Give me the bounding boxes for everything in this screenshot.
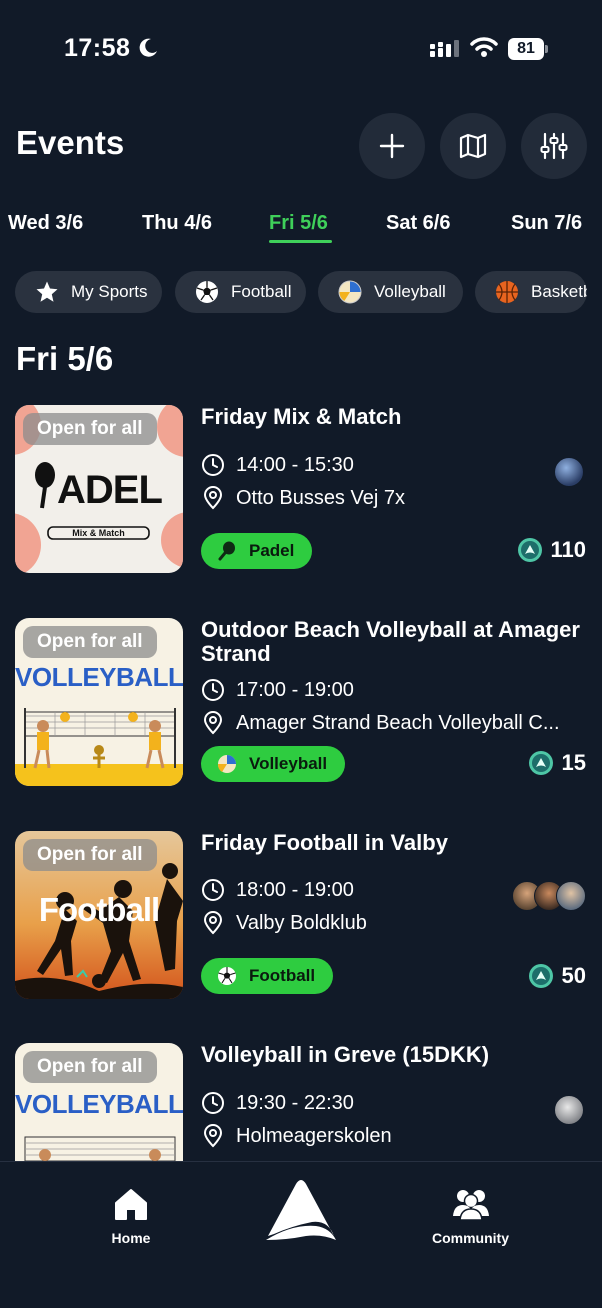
moon-icon [139, 38, 157, 57]
event-card[interactable]: ADEL Mix & Match Open for all Friday Mix… [0, 405, 602, 575]
event-points: 50 [528, 963, 586, 989]
event-location: Amager Strand Beach Volleyball C... [201, 711, 581, 735]
event-points: 110 [517, 537, 586, 563]
thumbnail-title: ADEL [57, 468, 163, 512]
nav-community-label: Community [432, 1230, 509, 1246]
section-date-title: Fri 5/6 [16, 340, 114, 377]
app-logo-icon[interactable] [262, 1176, 340, 1246]
event-thumbnail: Football Open for all [15, 831, 183, 999]
clock-icon [202, 679, 224, 701]
date-tab-sat[interactable]: Sat 6/6 [386, 212, 450, 235]
filter-settings-button[interactable] [521, 113, 587, 179]
filter-chip-label: My Sports [71, 282, 148, 301]
filter-chip-football[interactable]: Football [175, 271, 306, 313]
points-coin-icon [528, 751, 553, 775]
clock-icon [202, 879, 224, 901]
add-event-button[interactable] [359, 113, 425, 179]
thumbnail-title: VOLLEYBALL [15, 662, 183, 692]
participant-avatar [556, 881, 586, 911]
filter-chip-my-sports[interactable]: My Sports [15, 271, 162, 313]
open-for-all-badge: Open for all [23, 413, 157, 445]
location-pin-icon [203, 1124, 223, 1148]
bottom-navigation: Home Community [0, 1161, 602, 1308]
event-location: Holmeagerskolen [201, 1124, 581, 1148]
event-card[interactable]: Football Open for all Friday Football in… [0, 831, 602, 1001]
event-time: 17:00 - 19:00 [201, 678, 581, 702]
event-thumbnail: VOLLEYBALL Open for all [15, 618, 183, 786]
filter-chip-label: Football [231, 282, 292, 301]
sliders-icon [540, 132, 568, 160]
nav-home-label: Home [111, 1230, 151, 1246]
location-pin-icon [203, 911, 223, 935]
battery-indicator: 81 [508, 38, 548, 60]
filter-chip-basketball[interactable]: Basketball [475, 271, 587, 313]
volleyball-icon [217, 755, 236, 773]
location-pin-icon [203, 711, 223, 735]
open-for-all-badge: Open for all [23, 839, 157, 871]
event-title: Friday Mix & Match [201, 404, 402, 429]
date-tab-sun[interactable]: Sun 7/6 [511, 212, 582, 235]
wifi-icon [470, 37, 498, 57]
event-title: Volleyball in Greve (15DKK) [201, 1042, 490, 1067]
date-tabs: Wed 3/6 Thu 4/6 Fri 5/6 Sat 6/6 Sun 7/6 [0, 208, 602, 248]
map-icon [459, 133, 487, 159]
event-time: 19:30 - 22:30 [201, 1091, 581, 1115]
community-icon [452, 1190, 489, 1221]
cellular-signal-icon [430, 40, 459, 57]
filter-chip-label: Volleyball [374, 282, 446, 301]
thumbnail-title: Football [38, 891, 160, 928]
points-coin-icon [517, 538, 542, 562]
event-title: Outdoor Beach Volleyball at Amager Stran… [201, 617, 580, 666]
page-title: Events [16, 124, 125, 161]
event-card[interactable]: VOLLEYBALL Open for all Outdoor Beach Vo… [0, 618, 602, 788]
status-bar: 17:58 81 [0, 0, 602, 96]
football-icon [218, 967, 236, 985]
open-for-all-badge: Open for all [23, 626, 157, 658]
event-points: 15 [528, 750, 586, 776]
active-tab-indicator [269, 240, 332, 243]
event-time: 14:00 - 15:30 [201, 453, 581, 477]
nav-home[interactable]: Home [111, 1184, 151, 1246]
thumbnail-subtitle: Mix & Match [72, 528, 125, 538]
sport-tag-padel: Padel [201, 533, 313, 569]
volleyball-icon [338, 280, 362, 304]
filter-chip-label: Basketball [531, 282, 587, 301]
status-time: 17:58 [64, 34, 131, 62]
date-tab-fri[interactable]: Fri 5/6 [269, 212, 328, 235]
sport-tag-football: Football [201, 958, 334, 994]
basketball-icon [495, 280, 519, 304]
football-icon [195, 280, 219, 304]
participant-avatar [554, 457, 584, 487]
battery-level: 81 [508, 38, 544, 60]
date-tab-wed[interactable]: Wed 3/6 [8, 212, 83, 235]
sport-tag-volleyball: Volleyball [201, 746, 346, 782]
event-location: Valby Boldklub [201, 911, 581, 935]
date-tab-thu[interactable]: Thu 4/6 [142, 212, 212, 235]
event-thumbnail: ADEL Mix & Match Open for all [15, 405, 183, 573]
map-view-button[interactable] [440, 113, 506, 179]
star-icon [35, 280, 59, 304]
home-icon [115, 1189, 147, 1220]
clock-icon [202, 1092, 224, 1114]
plus-icon [379, 133, 405, 159]
event-location: Otto Busses Vej 7x [201, 486, 581, 510]
location-pin-icon [203, 486, 223, 510]
padel-racket-icon [218, 541, 235, 561]
clock-icon [202, 454, 224, 476]
filter-chip-volleyball[interactable]: Volleyball [318, 271, 463, 313]
nav-community[interactable]: Community [432, 1184, 509, 1246]
event-title: Friday Football in Valby [201, 830, 448, 855]
participant-avatar [554, 1095, 584, 1125]
open-for-all-badge: Open for all [23, 1051, 157, 1083]
points-coin-icon [528, 964, 553, 988]
thumbnail-title: VOLLEYBALL [15, 1089, 183, 1119]
